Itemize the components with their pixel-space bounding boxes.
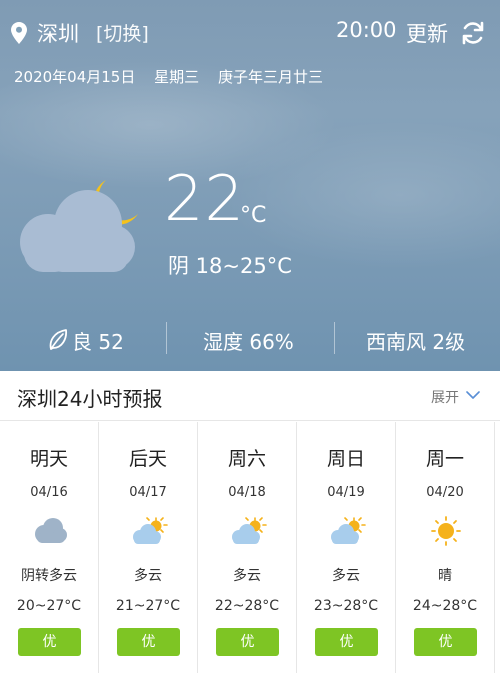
- forecast-day[interactable]: 后天 04/17 多云 21~27°C 优: [99, 422, 198, 673]
- day-temperature: 20~27°C: [16, 598, 82, 614]
- day-date: 04/16: [30, 485, 68, 500]
- current-condition: 阴 18~25°C: [168, 254, 292, 278]
- humidity-value: 湿度 66%: [203, 330, 294, 354]
- day-temperature: 24~28°C: [412, 598, 478, 614]
- day-condition: 阴转多云: [21, 568, 77, 584]
- temperature-unit: °C: [240, 203, 267, 228]
- forecast-day[interactable]: 周六 04/18 多云 22~28°C 优: [198, 422, 297, 673]
- day-temperature: 21~27°C: [115, 598, 181, 614]
- day-temperature: 23~28°C: [313, 598, 379, 614]
- cloudy-icon: [35, 518, 67, 543]
- day-date: 04/19: [327, 485, 365, 500]
- air-quality-value: 良 52: [72, 330, 124, 354]
- forecast-day[interactable]: 明天 04/16 阴转多云 20~27°C 优: [0, 422, 99, 673]
- lunar-date-text: 庚子年三月廿三: [217, 68, 323, 86]
- weekday-text: 星期三: [154, 68, 200, 86]
- current-temperature: 22: [164, 162, 245, 235]
- stats-bar: 良 52 湿度 66% 西南风 2级: [0, 320, 500, 360]
- date-line: 2020年04月15日 星期三 庚子年三月廿三: [14, 66, 337, 87]
- top-bar: 深圳 [切换] 20:00 更新: [0, 12, 500, 52]
- partly-cloudy-icon: [133, 517, 168, 544]
- aqi-badge: 优: [18, 628, 81, 656]
- day-condition: 多云: [332, 568, 360, 584]
- day-date: 04/20: [426, 485, 464, 500]
- cloud-moon-icon: [20, 180, 138, 272]
- location-pin-icon: [11, 22, 27, 44]
- forecast-title: 深圳24小时预报: [17, 387, 163, 411]
- chevron-down-icon[interactable]: [466, 390, 480, 400]
- day-date: 04/18: [228, 485, 266, 500]
- day-name: 明天: [29, 448, 68, 470]
- forecast-day[interactable]: 周一 04/20 晴 24~28°C 优: [396, 422, 495, 673]
- day-condition: 多云: [233, 568, 261, 584]
- wind-value: 西南风 2级: [366, 330, 466, 354]
- partly-cloudy-icon: [232, 517, 267, 544]
- city-name: 深圳: [37, 22, 79, 46]
- divider: [334, 322, 335, 354]
- update-button[interactable]: 更新: [406, 18, 448, 48]
- sunny-icon: [431, 516, 461, 546]
- aqi-badge: 优: [315, 628, 378, 656]
- day-name: 周一: [425, 448, 464, 470]
- aqi-badge: 优: [414, 628, 477, 656]
- aqi-badge: 优: [117, 628, 180, 656]
- divider: [166, 322, 167, 354]
- day-condition: 晴: [438, 568, 452, 584]
- day-name: 周六: [227, 448, 266, 470]
- day-temperature: 22~28°C: [214, 598, 280, 614]
- switch-city-link[interactable]: [切换]: [96, 19, 149, 46]
- day-date: 04/17: [129, 485, 167, 500]
- aqi-badge: 优: [216, 628, 279, 656]
- expand-button[interactable]: 展开: [431, 387, 459, 407]
- date-text: 2020年04月15日: [14, 68, 136, 86]
- forecast-header: 深圳24小时预报 展开: [0, 371, 500, 421]
- refresh-icon[interactable]: [460, 20, 486, 46]
- day-name: 周日: [326, 448, 365, 470]
- weather-header-panel: 深圳 [切换] 20:00 更新 2020年04月15日 星期三 庚子年三月廿三…: [0, 0, 500, 371]
- forecast-day[interactable]: 周日 04/19 多云 23~28°C 优: [297, 422, 396, 673]
- update-time: 20:00: [336, 18, 397, 42]
- leaf-icon: [49, 329, 67, 350]
- partly-cloudy-icon: [331, 517, 366, 544]
- day-condition: 多云: [134, 568, 162, 584]
- forecast-days: 明天 04/16 阴转多云 20~27°C 优 后天 04/17 多云 21~2…: [0, 422, 500, 673]
- day-name: 后天: [128, 448, 167, 470]
